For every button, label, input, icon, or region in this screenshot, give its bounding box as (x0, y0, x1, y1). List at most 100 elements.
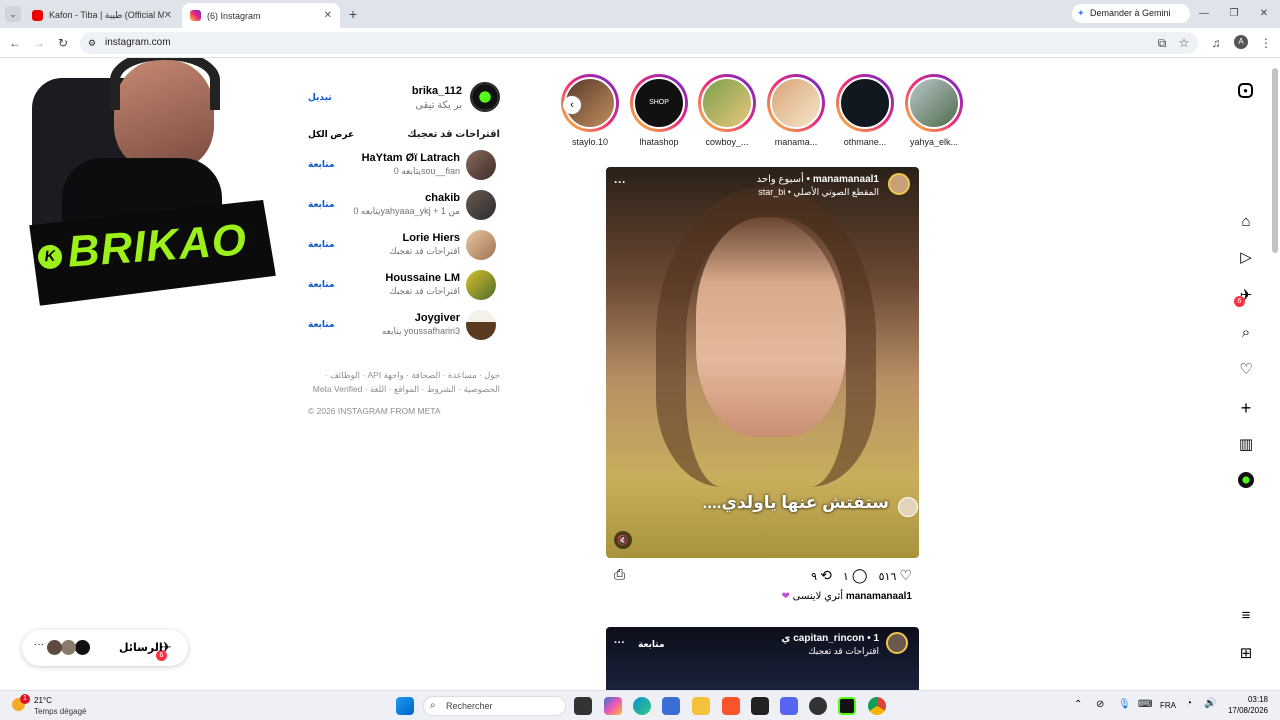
messages-pill[interactable]: ✈ 6 الرسائل ··· (22, 630, 188, 666)
switch-account-link[interactable]: تبديل (308, 92, 332, 103)
discord-icon[interactable] (780, 697, 798, 715)
tagged-user-avatar[interactable] (898, 497, 918, 517)
new-tab-icon[interactable]: + (345, 6, 361, 22)
suggestion-name[interactable]: Joygiver (415, 312, 460, 324)
store-icon[interactable] (662, 697, 680, 715)
minimize-icon[interactable]: — (1196, 6, 1212, 22)
story-item[interactable]: SHOP lhatashop (629, 74, 689, 147)
ea-icon[interactable] (809, 697, 827, 715)
see-all-link[interactable]: عرض الكل (308, 129, 354, 140)
comment-icon[interactable]: ◯ (852, 567, 868, 583)
post2-username[interactable]: capitan_rincon (793, 633, 864, 644)
post-header-username[interactable]: manamanaal1 • أسبوع واحد (757, 174, 879, 185)
install-icon[interactable]: ⧉ (1154, 35, 1170, 51)
stories-prev-icon[interactable]: ‹ (563, 96, 581, 114)
tab-youtube[interactable]: Kafon - Tiba | طيبة (Official Mu ✕ (24, 3, 180, 28)
post2-media[interactable]: capitan_rincon • 1 ي اقتراحات قد تعجبك م… (606, 627, 919, 690)
tab-search-icon[interactable]: ⌄ (5, 6, 21, 22)
post-audio[interactable]: المقطع الصوتي الأصلي • star_bi (758, 187, 879, 198)
instagram-logo-icon[interactable]: ● (1238, 83, 1253, 98)
suggestion-avatar[interactable] (466, 230, 496, 260)
notifications-heart-icon[interactable]: ♡ (1236, 360, 1256, 380)
follow-button[interactable]: متابعة (308, 239, 335, 250)
tray-chevron-icon[interactable]: ⌃ (1074, 699, 1082, 710)
reload-icon[interactable]: ↻ (55, 35, 71, 51)
forward-icon[interactable]: → (31, 35, 47, 51)
close-tab-icon[interactable]: ✕ (324, 10, 332, 21)
story-item[interactable]: yahya_elk... (904, 74, 964, 147)
menu-icon[interactable]: ⋮ (1258, 35, 1274, 51)
suggestion-avatar[interactable] (466, 190, 496, 220)
taskbar-search[interactable]: ⌕ Rechercher (423, 696, 566, 716)
reels-icon[interactable]: ▷ (1236, 248, 1256, 268)
story-item[interactable]: othmane... (835, 74, 895, 147)
suggestion-name[interactable]: Lorie Hiers (403, 232, 460, 244)
capcut-icon[interactable] (751, 697, 769, 715)
url-input[interactable]: ⚙ instagram.com (80, 32, 1198, 54)
search-icon[interactable]: ⌕ (1236, 323, 1256, 343)
profile-nav-avatar[interactable] (1236, 472, 1256, 492)
suggestion-avatar[interactable] (466, 310, 496, 340)
wifi-icon[interactable]: ◔ (1186, 698, 1192, 709)
post-options-icon[interactable]: ··· (614, 175, 626, 189)
story-item[interactable]: cowboy_... (697, 74, 757, 147)
story-item[interactable]: manama... (766, 74, 826, 147)
suggestion-name[interactable]: chakib (425, 192, 460, 204)
gemini-button[interactable]: ✦ Demander à Gemini (1072, 4, 1190, 23)
profile-avatar[interactable]: A (1234, 35, 1248, 49)
post-media[interactable]: manamanaal1 • أسبوع واحد المقطع الصوتي ا… (606, 167, 919, 558)
mute-icon[interactable]: 🔇 (614, 531, 632, 549)
follow-button[interactable]: متابعة (308, 199, 335, 210)
comments-count[interactable]: ١ (843, 571, 849, 583)
shares-count[interactable]: ٩ (811, 571, 817, 583)
suggestion-avatar[interactable] (466, 270, 496, 300)
media-icon[interactable]: ♫ (1208, 35, 1224, 51)
follow-button[interactable]: متابعة (308, 159, 335, 170)
post2-follow[interactable]: متابعة (638, 639, 665, 650)
site-info-icon[interactable]: ⚙ (88, 32, 96, 54)
close-window-icon[interactable]: ✕ (1256, 6, 1272, 22)
close-tab-icon[interactable]: ✕ (164, 10, 172, 21)
likes-count[interactable]: ٥١٦ (879, 571, 897, 583)
repost-icon[interactable]: ⟲ (820, 567, 832, 583)
footer-links-line1[interactable]: حول · مساعدة · الصحافة · واجهة API · الو… (300, 368, 500, 382)
caption-username[interactable]: manamanaal1 (846, 591, 912, 602)
clock[interactable]: 03:18 17/08/2026 (1224, 694, 1268, 716)
footer-links-line2[interactable]: الخصوصية · الشروط · المواقع · اللغة · Me… (300, 382, 500, 396)
suggestion-name[interactable]: HaYtam Øï Latrach (362, 152, 460, 164)
kick-icon[interactable] (838, 697, 856, 715)
network-icon[interactable]: ⊘ (1096, 699, 1104, 710)
dashboard-icon[interactable]: ▥ (1236, 435, 1256, 455)
bookmark-icon[interactable]: ☆ (1176, 35, 1192, 51)
create-icon[interactable]: + (1236, 398, 1256, 418)
volume-icon[interactable]: 🔊 (1204, 698, 1216, 709)
post2-avatar[interactable] (886, 632, 908, 654)
home-icon[interactable]: ⌂ (1236, 212, 1256, 232)
heart-icon[interactable]: ♡ (899, 567, 912, 583)
brave-icon[interactable] (722, 697, 740, 715)
back-icon[interactable]: ← (7, 35, 23, 51)
suggestion-name[interactable]: Houssaine LM (385, 272, 460, 284)
keyboard-icon[interactable]: ⌨ (1138, 699, 1152, 710)
mic-icon[interactable]: 🎙 (1118, 699, 1131, 710)
post2-options-icon[interactable]: ··· (614, 637, 625, 649)
more-menu-icon[interactable]: ≡ (1236, 606, 1256, 626)
follow-button[interactable]: متابعة (308, 319, 335, 330)
start-icon[interactable] (396, 697, 414, 715)
follow-button[interactable]: متابعة (308, 279, 335, 290)
suggestion-avatar[interactable] (466, 150, 496, 180)
profile-avatar-picture[interactable] (470, 82, 500, 112)
post-username[interactable]: manamanaal1 (813, 174, 879, 185)
scrollbar[interactable] (1272, 68, 1278, 253)
edge-icon[interactable] (633, 697, 651, 715)
task-view-icon[interactable] (574, 697, 592, 715)
chrome-icon[interactable] (868, 697, 886, 715)
copilot-icon[interactable] (604, 697, 622, 715)
explorer-icon[interactable] (692, 697, 710, 715)
tab-instagram[interactable]: (6) Instagram ✕ (182, 3, 340, 28)
also-from-meta-icon[interactable]: ⊞ (1236, 644, 1256, 664)
language-indicator[interactable]: FRA (1160, 701, 1176, 710)
save-icon[interactable]: ⎙ (614, 566, 625, 583)
weather-widget[interactable]: 1 21°C Temps dégagé (12, 694, 102, 718)
maximize-icon[interactable]: ❐ (1226, 6, 1242, 22)
